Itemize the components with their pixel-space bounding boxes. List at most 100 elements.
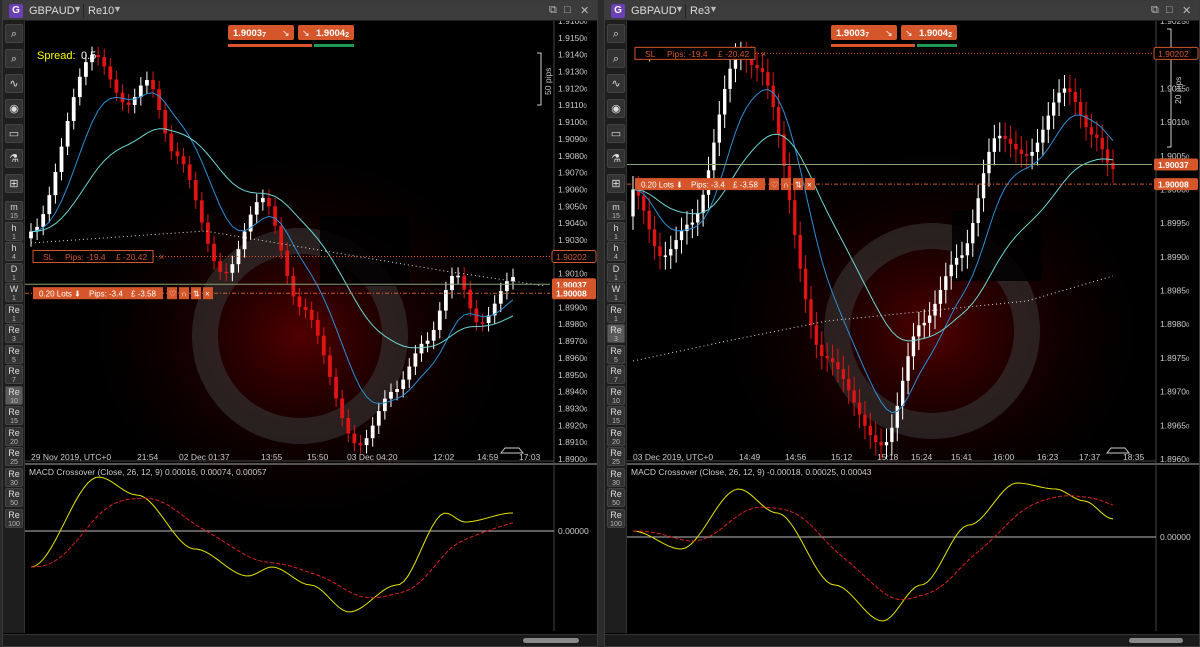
- bull-candle: [41, 214, 46, 227]
- bull-candle: [505, 281, 509, 292]
- detach-icon[interactable]: ⧉: [1151, 4, 1159, 17]
- timeframe-button-m15[interactable]: m 15: [607, 201, 625, 220]
- timeframe-button-re15[interactable]: Re 15: [5, 406, 23, 425]
- timeframe-button-re5[interactable]: Re 5: [607, 344, 625, 364]
- chevron-down-icon[interactable]: ▼: [709, 4, 718, 14]
- bull-candle: [971, 222, 975, 244]
- price-axis-label: 1.91300: [558, 67, 588, 77]
- timeframe-button-re10[interactable]: Re 10: [5, 385, 23, 405]
- timeframe-button-h1[interactable]: h1: [607, 221, 625, 241]
- chart-titlebar: G GBPAUD ▼ Re3 ▼ ⧉ □ ✕: [605, 1, 1199, 21]
- bull-candle: [456, 275, 460, 278]
- close-icon[interactable]: ✕: [580, 4, 589, 17]
- price-axis-digit: 0: [584, 273, 588, 279]
- timeframe-button-re30[interactable]: Re 30: [5, 467, 23, 487]
- timeframe-button-re30[interactable]: Re 30: [607, 467, 625, 487]
- time-axis-label: 21:54: [137, 452, 159, 462]
- bear-candle: [1019, 149, 1023, 154]
- time-axis-label: 15:41: [951, 452, 973, 462]
- timeframe-button-re50[interactable]: Re 50: [607, 488, 625, 507]
- screenshot-icon[interactable]: ▭: [5, 124, 23, 143]
- maximize-icon[interactable]: □: [564, 4, 571, 16]
- chevron-down-icon[interactable]: ▼: [113, 4, 122, 14]
- time-axis-label: 15:18: [877, 452, 899, 462]
- close-icon[interactable]: ✕: [1182, 4, 1191, 17]
- bear-candle: [760, 68, 765, 73]
- bear-candle: [1014, 143, 1018, 150]
- indicator-icon[interactable]: ∿: [5, 74, 23, 93]
- bull-candle: [419, 343, 424, 354]
- bear-candle: [830, 358, 835, 363]
- timeframe-selector[interactable]: Re10: [88, 5, 114, 17]
- timeframe-button-re25[interactable]: Re 25: [607, 447, 625, 466]
- timeframe-button-w1[interactable]: W1: [5, 283, 23, 302]
- bear-candle: [652, 229, 657, 247]
- drawing-icon[interactable]: ⚗: [607, 149, 625, 168]
- bear-candle: [114, 79, 119, 93]
- chart-area[interactable]: 1.91600 1.91500 1.91400 1.91300 1.91200 1.911…: [25, 21, 597, 631]
- timeframe-button-d1[interactable]: D1: [5, 262, 23, 282]
- share-icon[interactable]: ◉: [5, 99, 23, 118]
- timeframe-button-re20[interactable]: Re 20: [607, 426, 625, 446]
- zoom-in-icon[interactable]: ⌕: [607, 24, 625, 43]
- bull-candle: [884, 442, 889, 446]
- layout-icon[interactable]: ⊞: [5, 174, 23, 193]
- timeframe-button-h4[interactable]: h4: [607, 242, 625, 261]
- timeframe-selector[interactable]: Re3: [690, 5, 710, 17]
- chevron-down-icon[interactable]: ▼: [73, 4, 82, 14]
- price-axis-digit: 0: [1186, 391, 1190, 397]
- timeframe-button-re5[interactable]: Re 5: [5, 344, 23, 364]
- symbol-selector[interactable]: GBPAUD: [29, 5, 75, 17]
- timeframe-button-m15[interactable]: m 15: [5, 201, 23, 220]
- timeframe-button-h1[interactable]: h1: [5, 221, 23, 241]
- share-icon[interactable]: ◉: [607, 99, 625, 118]
- bear-candle: [809, 299, 813, 326]
- timeframe-button-w1[interactable]: W1: [607, 283, 625, 302]
- timeframe-button-re3[interactable]: Re 3: [5, 324, 23, 343]
- horizontal-scrollbar[interactable]: [3, 634, 597, 646]
- price-axis-label: 1.90100: [1160, 117, 1190, 127]
- horizontal-scrollbar[interactable]: [605, 634, 1199, 646]
- symbol-selector[interactable]: GBPAUD: [631, 5, 677, 17]
- zoom-in-icon[interactable]: ⌕: [5, 24, 23, 43]
- price-axis-digit: 0: [584, 188, 588, 194]
- timeframe-button-h4[interactable]: h4: [5, 242, 23, 261]
- price-axis-digit: 0: [1186, 121, 1190, 127]
- bull-candle: [927, 315, 932, 323]
- price-axis-label: 1.89900: [558, 302, 588, 312]
- price-axis-label: 1.90300: [558, 235, 588, 245]
- layout-icon[interactable]: ⊞: [607, 174, 625, 193]
- bear-candle: [157, 89, 162, 110]
- timeframe-button-d1[interactable]: D1: [607, 262, 625, 282]
- bull-candle: [712, 142, 716, 171]
- detach-icon[interactable]: ⧉: [549, 4, 557, 17]
- screenshot-icon[interactable]: ▭: [607, 124, 625, 143]
- maximize-icon[interactable]: □: [1166, 4, 1173, 16]
- price-axis-digit: 0: [1186, 21, 1190, 26]
- timeframe-button-re10[interactable]: Re 10: [607, 385, 625, 405]
- zoom-out-icon[interactable]: ⌕: [607, 49, 625, 68]
- timeframe-button-re20[interactable]: Re 20: [5, 426, 23, 446]
- chart-area[interactable]: 1.902501.902001.901501.901001.900501.900…: [627, 21, 1199, 631]
- indicator-icon[interactable]: ∿: [607, 74, 625, 93]
- chevron-down-icon[interactable]: ▼: [675, 4, 684, 14]
- timeframe-button-re25[interactable]: Re 25: [5, 447, 23, 466]
- drawing-icon[interactable]: ⚗: [5, 149, 23, 168]
- timeframe-button-re3[interactable]: Re 3: [607, 324, 625, 343]
- timeframe-button-re100[interactable]: Re 100: [607, 508, 625, 528]
- timeframe-button-re100[interactable]: Re 100: [5, 508, 23, 528]
- time-axis-label: 12:02: [433, 452, 455, 462]
- zoom-out-icon[interactable]: ⌕: [5, 49, 23, 68]
- bear-candle: [187, 164, 192, 180]
- timeframe-button-re50[interactable]: Re 50: [5, 488, 23, 507]
- timeframe-button-re1[interactable]: Re 1: [607, 303, 625, 323]
- time-axis-label: 14:56: [785, 452, 807, 462]
- bear-candle: [297, 296, 302, 307]
- timeframe-button-re7[interactable]: Re 7: [607, 365, 625, 384]
- scrollbar-thumb[interactable]: [523, 638, 579, 643]
- timeframe-button-re1[interactable]: Re 1: [5, 303, 23, 323]
- timeframe-button-re15[interactable]: Re 15: [607, 406, 625, 425]
- scrollbar-thumb[interactable]: [1129, 638, 1183, 643]
- bear-candle: [847, 378, 851, 391]
- timeframe-button-re7[interactable]: Re 7: [5, 365, 23, 384]
